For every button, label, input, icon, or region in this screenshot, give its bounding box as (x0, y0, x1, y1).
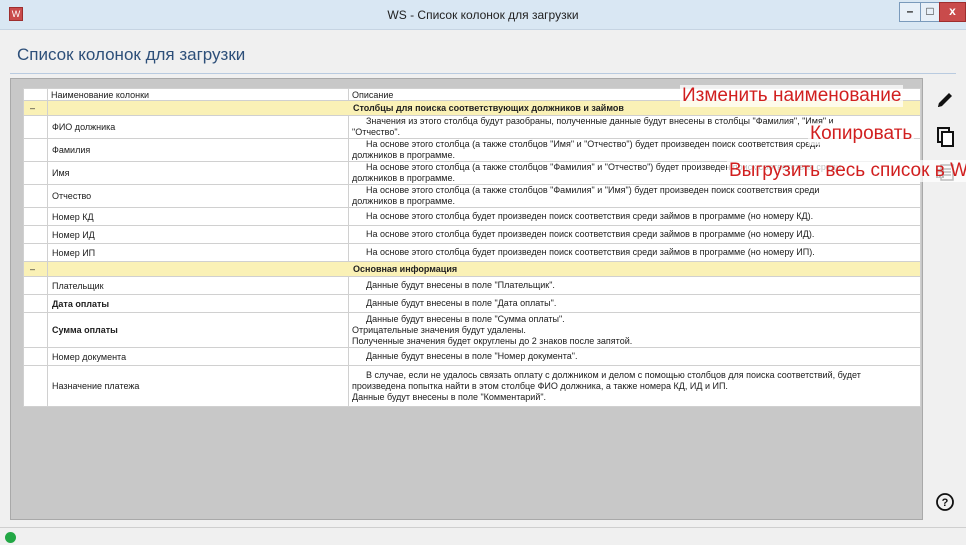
column-name-cell[interactable]: Номер ИД (47, 225, 349, 244)
row-indicator-header (23, 88, 48, 101)
window-title: WS - Список колонок для загрузки (387, 8, 579, 22)
description-cell[interactable]: Данные будут внесены в поле "Дата оплаты… (348, 294, 921, 313)
description-line: Полученные значения будет округлены до 2… (352, 335, 633, 346)
edit-name-button[interactable] (933, 88, 957, 112)
description-line: Данные будут внесены в поле "Комментарий… (352, 391, 547, 402)
help-glyph: ? (942, 497, 949, 509)
header-divider (10, 73, 956, 74)
column-name-cell[interactable]: Дата оплаты (47, 294, 349, 313)
callout-export-word: Выгрузить весь список в Word (727, 160, 966, 182)
description-cell[interactable]: На основе этого столбца будет произведен… (348, 225, 921, 244)
row-indicator (23, 365, 48, 407)
column-name-cell[interactable]: Назначение платежа (47, 365, 349, 407)
column-name-cell[interactable]: Отчество (47, 184, 349, 208)
callout-edit-name: Изменить наименование (680, 85, 904, 107)
description-line: Данные будут внесены в поле "Плательщик"… (366, 280, 555, 290)
table-row[interactable]: Номер ИП На основе этого столбца будет п… (23, 243, 921, 262)
row-indicator (23, 225, 48, 244)
row-indicator (23, 347, 48, 366)
copy-icon (937, 127, 954, 147)
table-row[interactable]: Назначение платежа В случае, если не уда… (23, 365, 921, 407)
table-row[interactable]: Фамилия На основе этого столбца (а также… (23, 138, 921, 162)
row-indicator (23, 276, 48, 295)
table-row[interactable]: Номер документа Данные будут внесены в п… (23, 347, 921, 366)
row-indicator (23, 243, 48, 262)
row-indicator (23, 294, 48, 313)
description-line: произведена попытка найти в этом столбце… (352, 380, 728, 391)
description-line: На основе этого столбца будет произведен… (366, 211, 814, 221)
column-name-cell[interactable]: Номер КД (47, 207, 349, 226)
pencil-icon (938, 93, 952, 107)
description-line: Данные будут внесены в поле "Дата оплаты… (366, 298, 557, 308)
column-header-name[interactable]: Наименование колонки (47, 88, 349, 101)
row-indicator (23, 115, 48, 139)
column-name-cell[interactable]: ФИО должника (47, 115, 349, 139)
row-indicator (23, 161, 48, 185)
help-button[interactable]: ? (935, 492, 955, 512)
row-indicator (23, 138, 48, 162)
table-row[interactable]: Номер ИД На основе этого столбца будет п… (23, 225, 921, 244)
callout-copy: Копировать (808, 123, 915, 145)
group-collapse-toggle[interactable]: – (23, 261, 48, 277)
column-name-cell[interactable]: Номер ИП (47, 243, 349, 262)
description-line: На основе этого столбца будет произведен… (366, 247, 815, 257)
description-cell[interactable]: В случае, если не удалось связать оплату… (348, 365, 921, 407)
columns-table: Наименование колонки Описание – Столбцы … (23, 88, 921, 407)
description-cell[interactable]: Данные будут внесены в поле "Номер докум… (348, 347, 921, 366)
description-line: Данные будут внесены в поле "Сумма оплат… (366, 313, 565, 324)
table-row[interactable]: Номер КД На основе этого столбца будет п… (23, 207, 921, 226)
description-cell[interactable]: На основе этого столбца (а также столбцо… (348, 184, 921, 208)
row-indicator (23, 312, 48, 348)
column-name-cell[interactable]: Плательщик (47, 276, 349, 295)
group-collapse-toggle[interactable]: – (23, 100, 48, 116)
description-cell[interactable]: На основе этого столбца будет произведен… (348, 207, 921, 226)
status-ok-icon (5, 532, 16, 543)
description-line: На основе этого столбца (а также столбцо… (366, 185, 820, 195)
group-row[interactable]: – Основная информация (23, 261, 921, 277)
right-toolbar: ? (923, 78, 963, 520)
page-title: Список колонок для загрузки (17, 45, 246, 64)
table-row[interactable]: Отчество На основе этого столбца (а такж… (23, 184, 921, 208)
copy-button[interactable] (933, 125, 957, 149)
description-cell[interactable]: На основе этого столбца будет произведен… (348, 243, 921, 262)
maximize-button[interactable]: □ (920, 2, 940, 22)
group-title: Основная информация (47, 261, 921, 277)
window-titlebar: W WS - Список колонок для загрузки – □ x (0, 0, 966, 30)
table-row[interactable]: Дата оплаты Данные будут внесены в поле … (23, 294, 921, 313)
help-icon: ? (936, 493, 954, 511)
description-line: На основе этого столбца будет произведен… (366, 229, 815, 239)
table-row[interactable]: Сумма оплаты Данные будут внесены в поле… (23, 312, 921, 348)
table-row[interactable]: Плательщик Данные будут внесены в поле "… (23, 276, 921, 295)
table-row[interactable]: ФИО должника Значения из этого столбца б… (23, 115, 921, 139)
description-cell[interactable]: Данные будут внесены в поле "Сумма оплат… (348, 312, 921, 348)
minimize-button[interactable]: – (899, 2, 921, 22)
status-bar (0, 527, 966, 545)
columns-table-panel: Наименование колонки Описание – Столбцы … (10, 78, 923, 520)
description-line: Данные будут внесены в поле "Номер докум… (366, 351, 578, 361)
description-line: должников в программе. (352, 196, 455, 206)
column-name-cell[interactable]: Имя (47, 161, 349, 185)
table-body: – Столбцы для поиска соответствующих дол… (23, 100, 921, 407)
description-line: Отрицательные значения будут удалены. (352, 324, 526, 335)
close-button[interactable]: x (939, 2, 966, 22)
column-name-cell[interactable]: Фамилия (47, 138, 349, 162)
column-name-cell[interactable]: Сумма оплаты (47, 312, 349, 348)
row-indicator (23, 207, 48, 226)
row-indicator (23, 184, 48, 208)
description-line: В случае, если не удалось связать оплату… (366, 369, 861, 380)
column-name-cell[interactable]: Номер документа (47, 347, 349, 366)
description-cell[interactable]: Данные будут внесены в поле "Плательщик"… (348, 276, 921, 295)
